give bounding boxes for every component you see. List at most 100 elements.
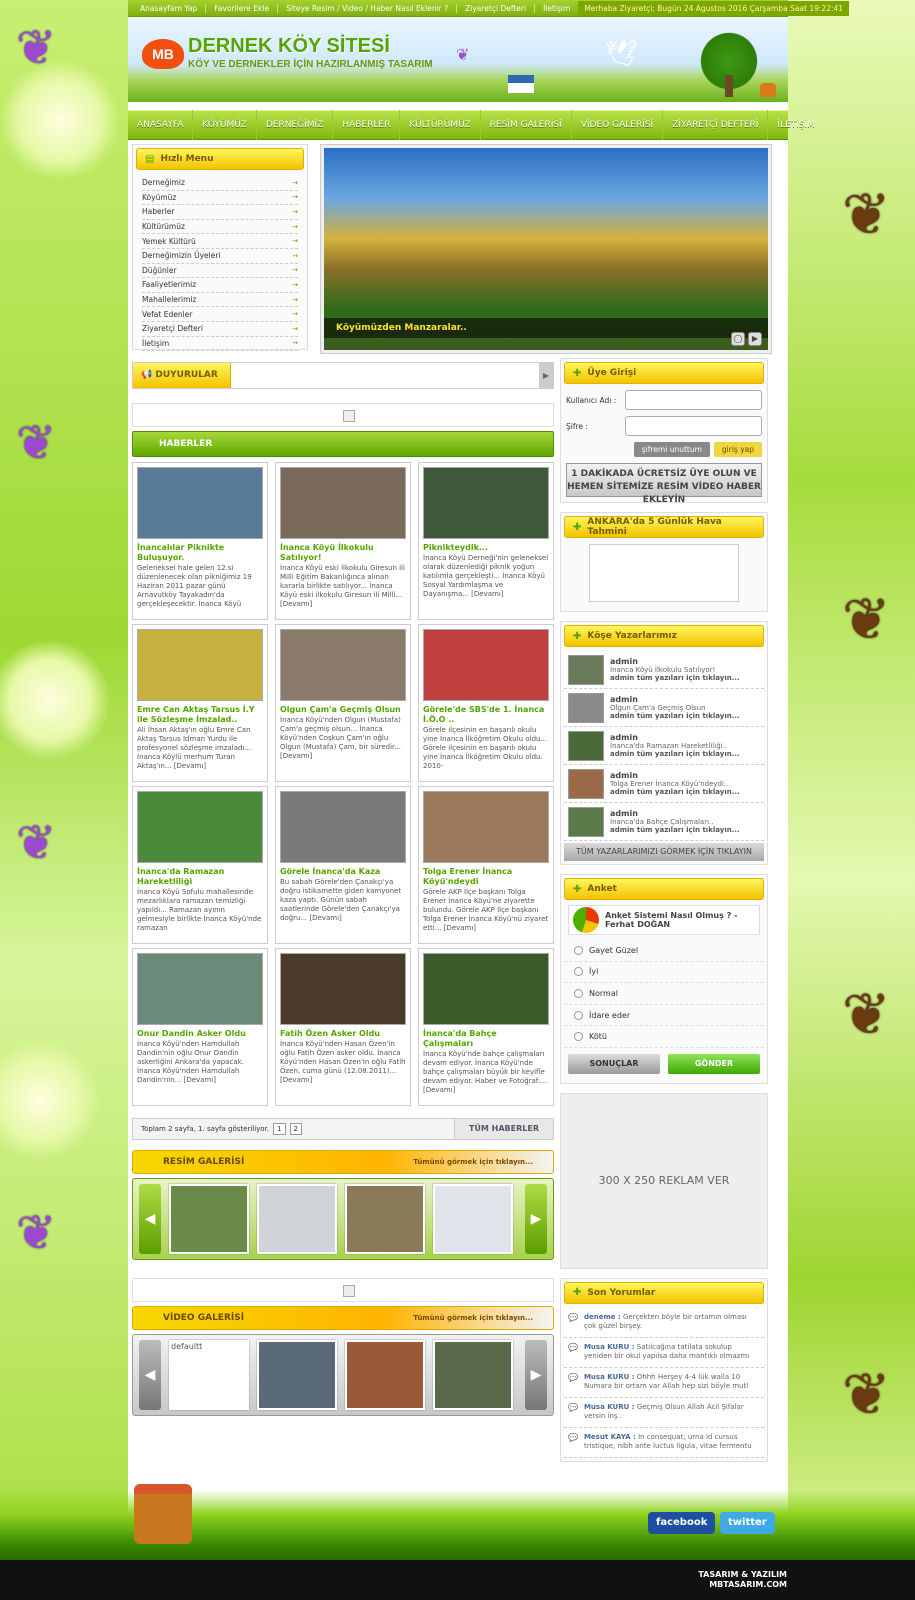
radio-button[interactable] [574,1010,583,1020]
poll-results-button[interactable]: SONUÇLAR [568,1053,660,1074]
quick-menu-item[interactable]: Derneğimizin Üyeleri → [142,249,298,264]
news-thumbnail[interactable] [137,953,263,1025]
author-name[interactable]: admin [610,771,638,780]
comment-row[interactable]: 💬 deneme : Gerçekten böyle bir ortamın ol… [564,1307,764,1338]
news-card[interactable]: Fatih Özen Asker Oldu İnanca Köyü'nden Ha… [275,948,411,1106]
nav-item-association[interactable]: DERNEĞİMİZ [257,110,334,140]
nav-item-guestbook[interactable]: ZİYARETÇİ DEFTERİ [663,110,769,140]
video-gallery-more-link[interactable]: Tümünü görmek için tıklayın... [413,1314,533,1322]
quick-menu-item[interactable]: Haberler → [142,205,298,220]
author-avatar[interactable] [568,730,604,761]
news-thumbnail[interactable] [280,953,406,1025]
quick-menu-item[interactable]: İletişim → [142,337,298,352]
news-card[interactable]: Tolga Erener İnanca Köyü'ndeydi Görele AK… [418,786,554,944]
photo-thumbnail[interactable] [169,1184,249,1254]
all-news-button[interactable]: TÜM HABERLER [453,1119,553,1139]
author-post-title[interactable]: Tolga Erener İnanca Köyü'ndeydi.. [610,780,740,788]
author-name[interactable]: admin [610,733,638,742]
photo-thumbnail[interactable] [257,1184,337,1254]
news-card[interactable]: Olgun Çam'a Geçmiş Olsun İnanca Köyü'nden… [275,624,411,782]
nav-item-home[interactable]: ANASAYFA [128,110,194,140]
carousel-next-icon[interactable]: ▶ [525,1184,547,1254]
password-input[interactable] [624,416,762,436]
news-title[interactable]: İnanca'da Ramazan Hareketliliği [137,867,263,887]
ad-placeholder[interactable]: 300 X 250 REKLAM VER [560,1092,768,1269]
login-button[interactable]: giriş yap [713,442,762,457]
news-thumbnail[interactable] [280,791,406,863]
slider-next-icon[interactable]: ▶ [748,332,762,346]
news-card[interactable]: Görele İnanca'da Kaza Bu sabah Görele'den… [275,786,411,944]
author-all-link[interactable]: admin tüm yazıları için tıklayın... [610,826,740,834]
announcements-arrow-icon[interactable]: ▶ [539,363,553,388]
register-banner[interactable]: 1 DAKİKADA ÜCRETSİZ ÜYE OLUN VE HEMEN Sİ… [566,463,762,505]
news-card[interactable]: Piknikteydik... İnanca Köyü Derneği'nin g… [418,462,554,620]
news-thumbnail[interactable] [280,467,406,539]
photo-thumbnail[interactable] [345,1184,425,1254]
topbar-link-contact[interactable]: İletişim [535,4,578,13]
poll-option[interactable]: İyi [564,962,764,984]
quick-menu-item[interactable]: Düğünler → [142,264,298,279]
author-post-title[interactable]: İnanca Köyü İlkokulu Satılıyor! [610,666,740,674]
twitter-button[interactable]: twitter [720,1512,775,1534]
poll-option[interactable]: İdare eder [564,1005,764,1027]
author-avatar[interactable] [568,654,604,685]
author-row[interactable]: admin Tolga Erener İnanca Köyü'ndeydi.. ad… [564,765,764,803]
author-name[interactable]: admin [610,809,638,818]
quick-menu-item[interactable]: Faaliyetlerimiz → [142,278,298,293]
nav-item-photo-gallery[interactable]: RESİM GALERİSİ [481,110,572,140]
quick-menu-item[interactable]: Vefat Edenler → [142,307,298,322]
carousel-prev-icon[interactable]: ◀ [139,1340,161,1410]
video-thumbnail[interactable] [257,1340,337,1410]
site-title[interactable]: DERNEK KÖY SİTESİ [188,35,390,58]
news-card[interactable]: Onur Dandin Asker Oldu İnanca Köyü'nden H… [132,948,268,1106]
topbar-link-homepage[interactable]: Anasayfam Yap [132,3,207,13]
poll-option[interactable]: Kötü [564,1026,764,1048]
news-thumbnail[interactable] [280,629,406,701]
news-title[interactable]: Olgun Çam'a Geçmiş Olsun [280,705,406,715]
news-thumbnail[interactable] [137,791,263,863]
comment-row[interactable]: 💬 Musa KURU : Geçmiş Olsun Allah Acil Şif… [564,1397,764,1428]
image-slider[interactable]: Köyümüzden Manzaralar.. ◯ ▶ [320,144,772,354]
author-all-link[interactable]: admin tüm yazıları için tıklayın... [610,674,740,682]
news-title[interactable]: İnancalılar Piknikte Buluşuyor. [137,543,263,563]
news-title[interactable]: Tolga Erener İnanca Köyü'ndeydi [423,867,549,887]
slider-pause-icon[interactable]: ◯ [731,332,745,346]
topbar-link-favorites[interactable]: Favorilere Ekle [206,3,279,13]
news-card[interactable]: Görele'de SBS'de 1. İnanca İ.Ö.O .. Görel… [418,624,554,782]
radio-button[interactable] [574,1032,583,1042]
carousel-next-icon[interactable]: ▶ [525,1340,547,1410]
author-avatar[interactable] [568,806,604,837]
nav-item-video-gallery[interactable]: VİDEO GALERİSİ [572,110,664,140]
nav-item-culture[interactable]: KÜLTÜRÜMÜZ [400,110,481,140]
username-input[interactable] [624,390,762,410]
news-thumbnail[interactable] [423,953,549,1025]
nav-item-contact[interactable]: İLETİŞİM [768,110,824,140]
author-row[interactable]: admin İnanca Köyü İlkokulu Satılıyor! admi… [564,651,764,689]
author-all-link[interactable]: admin tüm yazıları için tıklayın... [610,788,740,796]
slider-image[interactable]: Köyümüzden Manzaralar.. ◯ ▶ [324,148,768,350]
comment-row[interactable]: 💬 Mesut KAYA : In consequat; urna id curs… [564,1427,764,1458]
news-title[interactable]: İnanca Köyü İlkokulu Satılıyor! [280,543,406,563]
author-row[interactable]: admin İnanca'da Bahçe Çalışmaları.. admin … [564,803,764,841]
video-thumbnail[interactable]: defaultt [169,1340,249,1410]
news-card[interactable]: İnanca'da Bahçe Çalışmaları İnanca Köyü'n… [418,948,554,1106]
quick-menu-item[interactable]: Köyümüz → [142,191,298,206]
photo-gallery-more-link[interactable]: Tümünü görmek için tıklayın... [413,1158,533,1166]
carousel-prev-icon[interactable]: ◀ [139,1184,161,1254]
poll-vote-button[interactable]: GÖNDER [668,1053,760,1074]
poll-option[interactable]: Gayet Güzel [564,940,764,962]
quick-menu-item[interactable]: Ziyaretçi Defteri → [142,322,298,337]
facebook-button[interactable]: facebook [648,1512,716,1534]
radio-button[interactable] [574,945,583,955]
logo-icon[interactable]: MB [142,39,184,69]
comment-row[interactable]: 💬 Musa KURU : Satılcağına tatilata sokulu… [564,1337,764,1368]
author-post-title[interactable]: İnanca'da Ramazan Hareketliliği.. [610,742,740,750]
news-title[interactable]: Piknikteydik... [423,543,549,553]
footer-credit[interactable]: TASARIM & YAZILIM MBTASARIM.COM [698,1570,787,1590]
news-thumbnail[interactable] [137,467,263,539]
news-title[interactable]: İnanca'da Bahçe Çalışmaları [423,1029,549,1049]
nav-item-news[interactable]: HABERLER [333,110,401,140]
comment-row[interactable]: 💬 Musa KURU : Ohhh Herşey 4-4 lük walla 1… [564,1367,764,1398]
poll-option[interactable]: Normal [564,983,764,1005]
nav-item-village[interactable]: KÖYÜMÜZ [193,110,257,140]
